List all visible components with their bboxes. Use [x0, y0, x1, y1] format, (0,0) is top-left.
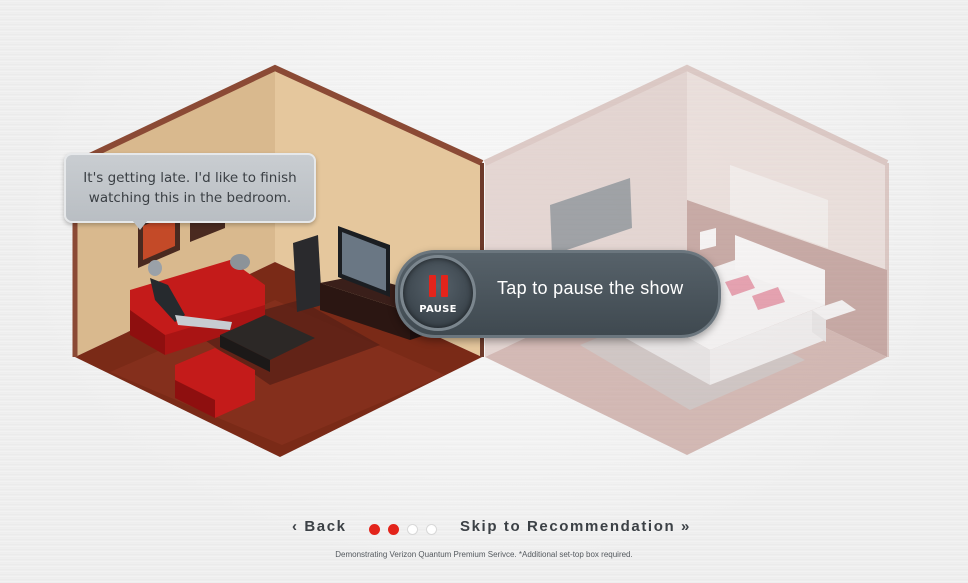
speech-bubble-tail [132, 220, 148, 230]
progress-dot [407, 524, 418, 535]
speech-bubble-line-1: It's getting late. I'd like to finish [83, 170, 297, 186]
back-button[interactable]: ‹ Back [292, 518, 347, 540]
speech-bubble-line-2: watching this in the bedroom. [88, 190, 292, 206]
progress-dot [369, 524, 380, 535]
progress-dot [426, 524, 437, 535]
progress-dot [388, 524, 399, 535]
pause-button[interactable]: PAUSE [400, 255, 476, 331]
pause-button-label: PAUSE [419, 304, 457, 315]
pause-icon [429, 275, 451, 297]
progress-dots [369, 524, 437, 536]
footnote: Demonstrating Verizon Quantum Premium Se… [335, 550, 633, 559]
speech-bubble: It's getting late. I'd like to finish wa… [64, 153, 316, 223]
pause-prompt-text[interactable]: Tap to pause the show [497, 278, 683, 299]
skip-to-recommendation-button[interactable]: Skip to Recommendation » [460, 518, 691, 540]
